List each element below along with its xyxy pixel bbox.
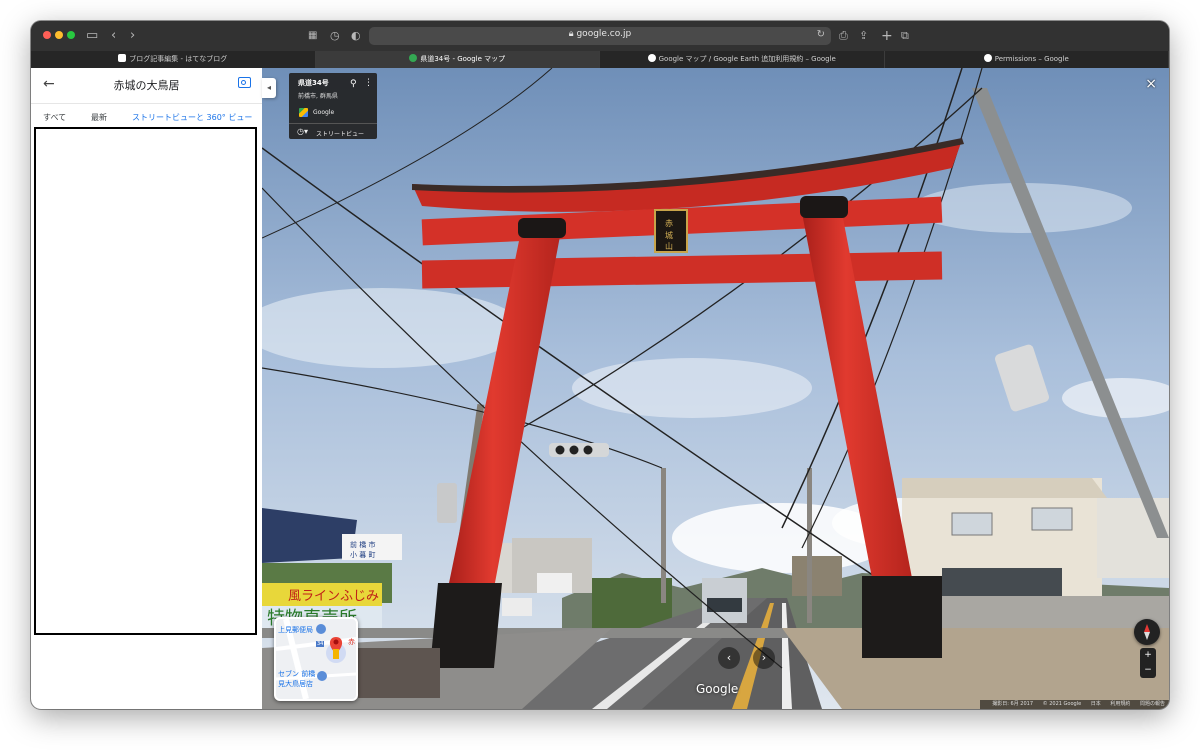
panel-header: ← 赤城の大鳥居 [31,68,262,104]
step-forward-arrow-icon[interactable]: › [753,647,775,669]
map-pin-icon[interactable]: ⚲ [350,79,357,89]
mini-map[interactable]: 上見郵便局 セブン 前橋 見大鳥居店 34 赤 [274,617,358,701]
copyright: © 2021 Google [1042,701,1082,707]
tab-label: Permissions – Google [994,55,1069,63]
city-sign-text-2: 小 暮 町 [350,550,375,559]
history-clock-icon[interactable]: ◷ [330,27,340,45]
maps-favicon-icon [409,54,418,62]
tab-overview-icon[interactable]: ⧉ [901,27,909,45]
street-view-canvas[interactable]: 風ラインふじみ 特物直売所 前 橋 市 小 暮 町 [262,68,1169,709]
tab-permissions[interactable]: Permissions – Google [885,51,1169,68]
filter-all-tab[interactable]: すべて [43,112,66,123]
back-nav-icon[interactable]: ‹ [111,27,116,45]
mini-map-label: セブン 前橋 [278,670,316,678]
sidebar-toggle-icon[interactable]: ▭ [86,27,98,45]
time-travel-clock-icon[interactable]: ◷▾ [297,127,308,136]
mini-map-label: 上見郵便局 [278,626,313,634]
google-favicon-icon [983,54,992,62]
mini-map-label: 見大鳥居店 [278,680,313,688]
back-arrow-icon[interactable]: ← [43,76,55,92]
add-photo-camera-icon[interactable] [238,77,251,88]
browser-window: ▭ ‹ › ▦ ◷ ◐ 🔒︎ google.co.jp ↻ ⎙ ⇪ + ⧉ ブロ… [31,21,1169,709]
share-icon[interactable]: ⇪ [859,27,868,45]
photo-filter-tabs: すべて 最新 ストリートビューと 360° ビュー [31,104,262,126]
google-watermark: Google [696,682,739,696]
zoom-out-button[interactable]: − [1140,663,1156,678]
shop-banner-text-1: 風ラインふじみ [288,589,379,604]
step-back-arrow-icon[interactable]: ‹ [718,647,740,669]
close-streetview-icon[interactable]: × [1145,76,1157,92]
location-info-card: 県道34号 前橋市, 群馬県 ⚲ ⋮ Google ◷▾ ストリートビュー [289,73,377,139]
google-maps-logo-icon [299,108,308,117]
tab-google-maps[interactable]: 県道34号 - Google マップ [315,51,600,68]
zoom-in-button[interactable]: + [1140,648,1156,663]
collapse-panel-button[interactable]: ◂ [262,78,276,98]
google-brand-label: Google [313,109,335,116]
tab-label: Google マップ / Google Earth 追加利用規約 – Googl… [658,55,836,63]
compass-icon[interactable] [1134,619,1160,645]
streetview-mode-label: ストリートビュー [316,131,365,138]
svg-text:城: 城 [665,231,673,240]
mini-map-label: 赤 [348,638,355,646]
capture-date: 撮影日: 6月 2017 [992,701,1034,707]
svg-text:赤: 赤 [665,219,673,228]
print-icon[interactable]: ⎙ [839,27,848,45]
road-name: 県道34号 [298,79,329,87]
filter-streetview-tab[interactable]: ストリートビューと 360° ビュー [132,112,252,123]
reload-icon[interactable]: ↻ [817,29,825,40]
lock-icon: 🔒︎ [568,29,574,39]
street-view-image: 風ラインふじみ 特物直売所 前 橋 市 小 暮 町 [262,68,1169,709]
google-favicon-icon [647,54,656,62]
tab-label: 県道34号 - Google マップ [420,55,506,63]
browser-toolbar: ▭ ‹ › ▦ ◷ ◐ 🔒︎ google.co.jp ↻ ⎙ ⇪ + ⧉ [31,21,1169,51]
report-problem-link[interactable]: 問題の報告 [1140,701,1165,707]
close-window-button[interactable] [43,31,51,39]
zoom-window-button[interactable] [67,31,75,39]
filter-latest-tab[interactable]: 最新 [91,112,107,123]
tab-label: ブログ記事編集 - はてなブログ [129,55,228,63]
url-text: google.co.jp [576,29,632,39]
tab-hatena-blog[interactable]: ブログ記事編集 - はてなブログ [31,51,316,68]
city-sign-text: 前 橋 市 [350,540,375,549]
new-tab-icon[interactable]: + [881,27,893,45]
photo-results-area [34,127,257,635]
tab-google-terms[interactable]: Google マップ / Google Earth 追加利用規約 – Googl… [600,51,885,68]
extensions-grid-icon[interactable]: ▦ [308,27,317,45]
svg-text:山: 山 [665,241,673,251]
route-badge: 34 [316,641,325,647]
address-bar[interactable]: 🔒︎ google.co.jp ↻ [369,27,831,45]
forward-nav-icon[interactable]: › [130,27,135,45]
terms-link[interactable]: 利用規約 [1110,701,1130,707]
divider [289,123,377,124]
panel-title: 赤城の大鳥居 [113,79,180,92]
minimize-window-button[interactable] [55,31,63,39]
tab-bar: ブログ記事編集 - はてなブログ 県道34号 - Google マップ Goog… [31,51,1169,68]
hatena-favicon-icon [118,54,127,62]
more-options-icon[interactable]: ⋮ [364,78,373,88]
zoom-control: + − [1140,648,1156,678]
country-link[interactable]: 日本 [1091,701,1101,707]
location-subtitle: 前橋市, 群馬県 [298,93,338,100]
map-footer: 撮影日: 6月 2017 © 2021 Google 日本 利用規約 問題の報告 [980,700,1169,709]
compass-needle-icon [1144,624,1150,640]
photo-side-panel: ← 赤城の大鳥居 すべて 最新 ストリートビューと 360° ビュー [31,68,262,709]
privacy-shield-icon[interactable]: ◐ [351,27,361,45]
